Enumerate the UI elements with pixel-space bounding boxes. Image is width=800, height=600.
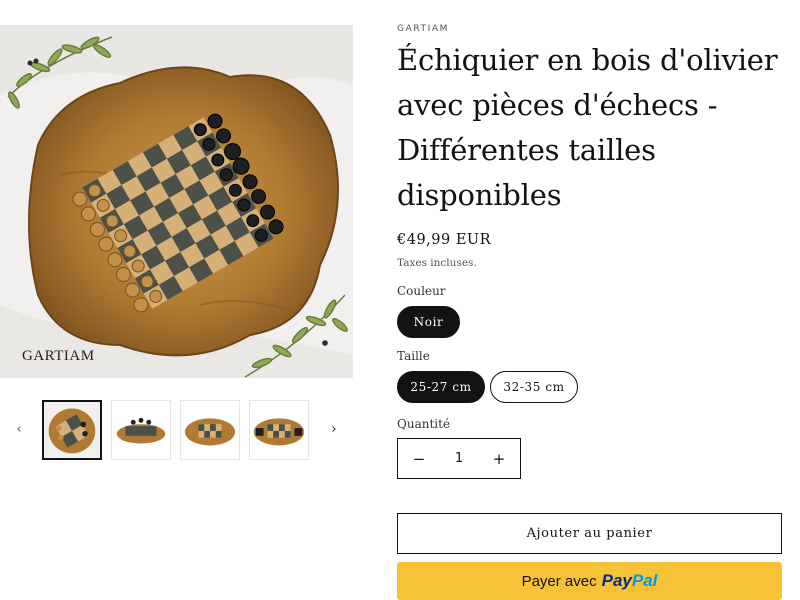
- product-title: Échiquier en bois d'olivier avec pièces …: [397, 38, 783, 218]
- thumbnail-3[interactable]: [180, 400, 240, 460]
- chessboard-top-view-thumbnail: [44, 402, 100, 458]
- paypal-logo-pay: Pay: [601, 571, 632, 590]
- brand-watermark: GARTIAM: [22, 348, 95, 364]
- chessboard-with-drawers-thumbnail: [181, 401, 239, 459]
- chevron-left-icon[interactable]: ‹: [11, 420, 27, 440]
- product-main-image[interactable]: GARTIAM: [0, 25, 353, 378]
- product-price: €49,99 EUR: [397, 232, 492, 248]
- chevron-right-icon[interactable]: ›: [326, 420, 342, 440]
- add-to-cart-button[interactable]: Ajouter au panier: [397, 513, 782, 554]
- color-label: Couleur: [397, 284, 446, 298]
- thumbnail-strip: ‹ ›: [0, 398, 353, 462]
- color-options: Noir: [397, 306, 783, 338]
- product-title-line: Échiquier en bois d'olivier: [397, 43, 778, 77]
- size-options: 25-27 cm 32-35 cm: [397, 371, 783, 403]
- chessboard-photo: [0, 25, 353, 378]
- quantity-label: Quantité: [397, 417, 451, 431]
- product-vendor: GARTIAM: [397, 24, 450, 34]
- plus-icon[interactable]: +: [478, 439, 520, 478]
- product-title-line: avec pièces d'échecs -: [397, 88, 718, 122]
- thumbnail-1[interactable]: [42, 400, 102, 460]
- chessboard-side-view-thumbnail: [112, 401, 170, 459]
- product-title-line: disponibles: [397, 178, 562, 212]
- color-option-noir[interactable]: Noir: [397, 306, 460, 338]
- product-info: GARTIAM Échiquier en bois d'olivier avec…: [397, 20, 783, 479]
- paypal-logo: PayPal: [602, 571, 658, 591]
- thumbnail-2[interactable]: [111, 400, 171, 460]
- paypal-button[interactable]: Payer avec PayPal: [397, 562, 782, 600]
- quantity-input[interactable]: [440, 439, 478, 478]
- quantity-stepper: − +: [397, 438, 521, 479]
- tax-note: Taxes incluses.: [397, 257, 477, 269]
- paypal-logo-pal: Pal: [631, 571, 658, 590]
- chessboard-open-drawers-thumbnail: [250, 401, 308, 459]
- paypal-prefix: Payer avec: [521, 572, 597, 590]
- minus-icon[interactable]: −: [398, 439, 440, 478]
- size-option-32-35[interactable]: 32-35 cm: [490, 371, 578, 403]
- thumbnail-4[interactable]: [249, 400, 309, 460]
- size-label: Taille: [397, 349, 430, 363]
- product-title-line: Différentes tailles: [397, 133, 656, 167]
- size-option-25-27[interactable]: 25-27 cm: [397, 371, 485, 403]
